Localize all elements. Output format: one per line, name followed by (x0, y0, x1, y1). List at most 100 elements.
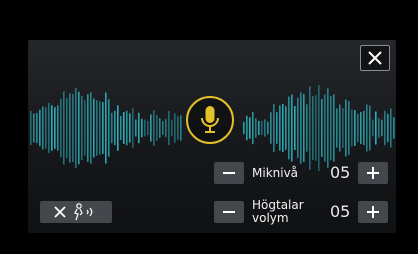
waveform-bar (369, 105, 371, 151)
waveform-bar (330, 95, 332, 161)
speaker-volume-label-line1: Högtalar (252, 198, 304, 212)
waveform-bar (351, 109, 353, 147)
waveform-bar (327, 88, 329, 168)
waveform-bar (96, 100, 98, 156)
waveform-bar (384, 110, 386, 146)
waveform-bar (315, 95, 317, 161)
waveform-bar (246, 115, 248, 141)
microphone-button[interactable] (186, 96, 234, 144)
waveform-bar (261, 120, 263, 136)
close-icon (368, 51, 382, 65)
waveform-bar (297, 97, 299, 159)
waveform-bar (249, 117, 251, 139)
waveform-bar (252, 111, 254, 145)
waveform-bar (312, 96, 314, 160)
waveform-bar (324, 94, 326, 162)
minus-icon (223, 172, 235, 174)
waveform-bar (171, 119, 173, 137)
waveform-bar (78, 91, 80, 165)
waveform-bar (339, 104, 341, 152)
waveform-bar (264, 119, 266, 137)
waveform-bar (276, 112, 278, 144)
waveform-bar (33, 113, 35, 143)
waveform-bar (81, 96, 83, 160)
waveform-bar (153, 110, 155, 146)
waveform-bar (39, 109, 41, 147)
close-icon (54, 206, 66, 218)
plus-icon (367, 206, 379, 218)
mic-level-label: Miknivå (252, 166, 299, 180)
waveform-bar (393, 117, 395, 139)
waveform-bar (363, 110, 365, 146)
waveform-bar (150, 114, 152, 142)
waveform-bar (102, 102, 104, 154)
minus-icon (223, 211, 235, 213)
waveform-bar (120, 116, 122, 140)
close-button[interactable] (360, 45, 390, 71)
microphone-icon (201, 106, 219, 133)
speaker-volume-decrease-button[interactable] (214, 201, 244, 223)
mic-level-decrease-button[interactable] (214, 162, 244, 184)
waveform-bar (141, 118, 143, 138)
waveform-bar (378, 118, 380, 138)
waveform-bar (87, 94, 89, 162)
waveform-bar (177, 116, 179, 140)
waveform-bar (72, 93, 74, 163)
waveform-bar (336, 108, 338, 148)
waveform-bar (300, 92, 302, 164)
waveform-bar (63, 91, 65, 165)
waveform-bar (243, 121, 245, 135)
waveform-bar (375, 111, 377, 145)
waveform-bar (159, 118, 161, 138)
waveform-bar (90, 92, 92, 164)
waveform-bar (45, 107, 47, 149)
waveform-bar (138, 112, 140, 144)
waveform-bar (282, 104, 284, 152)
waveform-bar (381, 119, 383, 137)
waveform-bar (180, 115, 182, 141)
waveform-bar (270, 112, 272, 144)
waveform-bar (273, 104, 275, 152)
waveform-bar (69, 93, 71, 163)
waveform-bar (117, 105, 119, 151)
waveform-bar (60, 98, 62, 158)
waveform-bar (147, 120, 149, 136)
waveform-bar (291, 94, 293, 162)
waveform-bar (345, 99, 347, 157)
waveform-bar (99, 101, 101, 155)
waveform-bar (279, 105, 281, 151)
waveform-bar (348, 101, 350, 155)
waveform-bar (267, 121, 269, 135)
mute-voice-prompt-button[interactable] (40, 201, 112, 223)
waveform-bar (360, 111, 362, 145)
waveform-bar (162, 121, 164, 135)
waveform-bar (255, 118, 257, 138)
waveform-bar (111, 112, 113, 144)
waveform-bar (318, 84, 320, 172)
waveform-bar (75, 87, 77, 169)
waveform-bar (342, 108, 344, 148)
waveform-bar (165, 118, 167, 138)
waveform-bar (114, 110, 116, 146)
waveform-bar (306, 104, 308, 152)
waveform-bar (390, 108, 392, 148)
waveform-bar (144, 119, 146, 137)
waveform-bar (372, 119, 374, 137)
waveform-bar (303, 94, 305, 162)
waveform-bar (36, 112, 38, 144)
waveform-bar (84, 100, 86, 156)
waveform-bar (288, 96, 290, 160)
waveform-bar (42, 106, 44, 150)
mic-level-increase-button[interactable] (358, 162, 388, 184)
waveform-bar (30, 111, 32, 145)
waveform-bar (354, 110, 356, 146)
speaker-volume-increase-button[interactable] (358, 201, 388, 223)
waveform-bar (294, 106, 296, 150)
waveform-bar (156, 115, 158, 141)
waveform-bar (321, 99, 323, 157)
waveform-bar (357, 113, 359, 143)
plus-icon (367, 167, 379, 179)
waveform-bar (57, 105, 59, 151)
voice-speaking-icon (74, 203, 93, 221)
waveform-bar (66, 97, 68, 159)
